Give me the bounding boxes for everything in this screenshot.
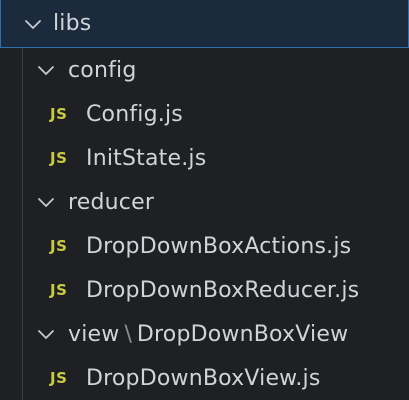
file-label: DropDownBoxView.js [86,365,321,391]
chevron-down-icon [34,190,58,214]
chevron-down-icon [34,322,58,346]
javascript-file-icon: JS [50,105,68,123]
file-label: InitState.js [86,145,207,171]
tree-file-dropdownboxview-js[interactable]: JS DropDownBoxView.js [0,356,409,400]
javascript-file-icon: JS [50,281,68,299]
folder-label: config [68,57,137,83]
folder-label-part1: view [68,321,120,347]
javascript-file-icon: JS [50,369,68,387]
file-label: DropDownBoxReducer.js [86,277,360,303]
chevron-down-icon [21,12,45,36]
folder-label: reducer [68,189,155,215]
tree-file-config-js[interactable]: JS Config.js [0,92,409,136]
tree-folder-reducer[interactable]: reducer [0,180,409,224]
javascript-file-icon: JS [50,149,68,167]
tree-file-dropdownboxreducer-js[interactable]: JS DropDownBoxReducer.js [0,268,409,312]
folder-label: libs [53,11,92,36]
javascript-file-icon: JS [50,237,68,255]
chevron-down-icon [34,58,58,82]
file-label: Config.js [86,101,183,127]
file-explorer-tree: libs config JS Config.js JS InitState.js… [0,0,409,400]
tree-file-initstate-js[interactable]: JS InitState.js [0,136,409,180]
path-separator: \ [124,321,132,347]
tree-folder-libs[interactable]: libs [0,0,409,48]
tree-folder-view-dropdownboxview[interactable]: view \ DropDownBoxView [0,312,409,356]
folder-label-part2: DropDownBoxView [136,321,349,347]
file-label: DropDownBoxActions.js [86,233,352,259]
tree-file-dropdownboxactions-js[interactable]: JS DropDownBoxActions.js [0,224,409,268]
tree-folder-config[interactable]: config [0,48,409,92]
